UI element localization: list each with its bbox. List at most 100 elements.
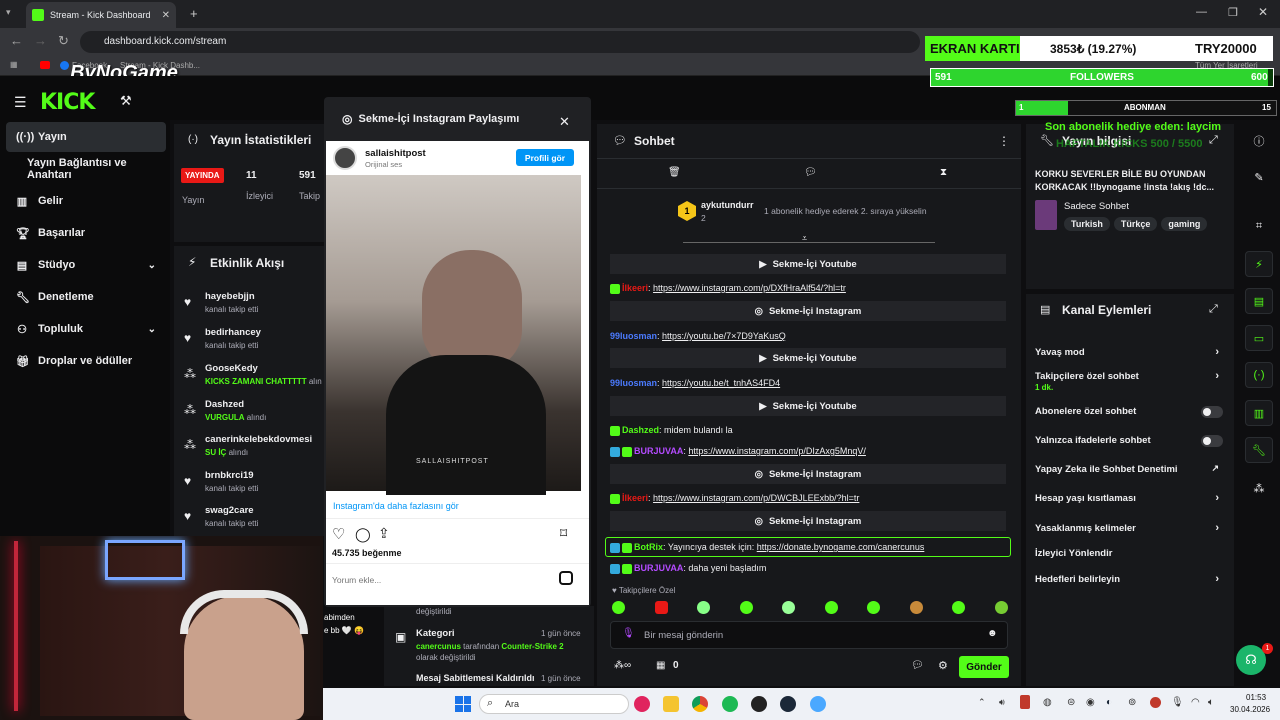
- emoji-icon[interactable]: ☻: [987, 628, 998, 639]
- activity-user[interactable]: Dashzed: [205, 399, 244, 410]
- tag[interactable]: Türkçe: [1113, 217, 1158, 231]
- emote-icon[interactable]: [994, 601, 1008, 614]
- chat-username[interactable]: BURJUVAA: [634, 446, 683, 456]
- emote-icon[interactable]: [697, 601, 711, 614]
- emote-icon[interactable]: [909, 601, 923, 614]
- instagram-user[interactable]: sallaishitpost: [365, 148, 426, 159]
- chat-username[interactable]: Dashzed: [622, 425, 659, 435]
- comment-input[interactable]: Yorum ekle...: [332, 575, 381, 585]
- actions-icon[interactable]: ▥: [1245, 400, 1273, 426]
- tab-close-icon[interactable]: ✕: [162, 10, 170, 21]
- chat-link[interactable]: https://www.instagram.com/p/DWCBJLEExbb/…: [653, 493, 859, 503]
- chat-username[interactable]: BURJUVAA: [634, 563, 683, 573]
- emote-only-toggle[interactable]: [1201, 435, 1223, 447]
- kategori-game[interactable]: Counter-Strike 2: [501, 642, 563, 651]
- mic-icon[interactable]: 🎙︎: [1171, 697, 1184, 708]
- points-icon[interactable]: ⁂: [1245, 475, 1273, 501]
- emote-icon[interactable]: [824, 601, 838, 614]
- share-icon[interactable]: ⇪: [378, 525, 390, 542]
- edit-icon[interactable]: ✎: [1245, 164, 1273, 190]
- tray-app-icon[interactable]: ◉: [1086, 697, 1095, 708]
- maximize-icon[interactable]: ❐: [1228, 6, 1238, 19]
- comment-icon[interactable]: ◯: [355, 526, 371, 543]
- emote-icon[interactable]: [782, 601, 796, 614]
- back-icon[interactable]: ←: [10, 33, 23, 48]
- scan-icon[interactable]: ⌗: [1245, 213, 1273, 239]
- steam-icon[interactable]: [780, 696, 796, 712]
- activity-user[interactable]: bedirhancey: [205, 327, 261, 338]
- activity-user[interactable]: canerinkelebekdovmesi: [205, 434, 312, 445]
- category-name[interactable]: Sadece Sohbet: [1064, 201, 1129, 212]
- tray-app-icon[interactable]: ⊚: [1128, 697, 1136, 708]
- lightning-icon[interactable]: ⚡︎: [1245, 251, 1273, 277]
- sidebar-item-studyo[interactable]: ▤ Stüdyo ⌄: [6, 250, 166, 280]
- chat-username[interactable]: 99luosman: [610, 378, 657, 388]
- send-button[interactable]: Gönder: [959, 656, 1009, 678]
- bookmark-icon[interactable]: ⌑: [560, 525, 567, 542]
- browser-tab[interactable]: Stream - Kick Dashboard ✕: [26, 2, 176, 28]
- hourglass-icon[interactable]: ⧗: [940, 167, 947, 178]
- menu-icon[interactable]: ☰: [14, 94, 27, 111]
- obs-icon[interactable]: [751, 696, 767, 712]
- mic-icon[interactable]: 🎙︎: [622, 628, 635, 639]
- sidebar-item-yayin[interactable]: ((·)) Yayın: [6, 122, 166, 152]
- emote-icon[interactable]: [654, 601, 668, 614]
- speaker-icon[interactable]: 🔈︎: [1208, 697, 1214, 708]
- sidebar-item-denetleme[interactable]: 🔧︎ Denetleme: [6, 282, 166, 312]
- activity-user[interactable]: GooseKedy: [205, 363, 258, 374]
- chat-username[interactable]: 99luosman: [610, 331, 657, 341]
- info-icon[interactable]: ⓘ: [1245, 128, 1273, 154]
- url-input[interactable]: dashboard.kick.com/stream: [80, 31, 920, 53]
- taskbar-search[interactable]: [479, 694, 629, 714]
- collapse-icon[interactable]: ⩡: [802, 233, 807, 244]
- chat-link[interactable]: https://youtu.be/7×7D9YaKusQ: [662, 331, 786, 341]
- spotify-icon[interactable]: [722, 696, 738, 712]
- tray-app-icon[interactable]: [1150, 697, 1161, 708]
- volume-icon[interactable]: 🔊︎: [999, 697, 1005, 708]
- gift-leader-user[interactable]: aykutundurr: [701, 200, 754, 210]
- activity-user[interactable]: hayebebjjn: [205, 291, 255, 302]
- tray-arrow-icon[interactable]: ⌃: [978, 697, 986, 708]
- gear-icon[interactable]: ⚙: [938, 659, 948, 672]
- chat-link[interactable]: https://www.instagram.com/p/DXfHraAlf54/…: [653, 283, 846, 293]
- chat-link[interactable]: https://youtu.be/t_tnhAS4FD4: [662, 378, 780, 388]
- instagram-video[interactable]: SALLAISHITPOST: [326, 175, 581, 495]
- chat-input[interactable]: Bir mesaj gönderin: [644, 630, 723, 641]
- chat-link[interactable]: https://www.instagram.com/p/DIzAxg5MnqV/: [688, 446, 866, 456]
- emote-icon[interactable]: [952, 601, 966, 614]
- media-app-icon[interactable]: [634, 696, 650, 712]
- chat-username[interactable]: İlkeeri: [622, 283, 648, 293]
- chat-link[interactable]: https://donate.bynogame.com/canercunus: [757, 542, 925, 552]
- file-explorer-icon[interactable]: [663, 696, 679, 712]
- tray-app-icon[interactable]: ◍: [1043, 697, 1052, 708]
- instagram-logo-icon[interactable]: [559, 571, 573, 585]
- minimize-icon[interactable]: —: [1196, 6, 1207, 18]
- chat-username[interactable]: BotRix: [634, 542, 663, 552]
- kategori-user[interactable]: canercunus: [416, 642, 461, 651]
- tag[interactable]: Turkish: [1064, 217, 1110, 231]
- action-row-raid[interactable]: İzleyici Yönlendir: [1035, 548, 1225, 559]
- clock-time[interactable]: 01:53: [1246, 693, 1266, 702]
- sidebar-item-droplar[interactable]: 🎁︎ Droplar ve ödüller: [6, 346, 166, 376]
- tray-app-icon[interactable]: [1020, 695, 1030, 709]
- chat-system-message[interactable]: ▶ Sekme-İçi Youtube: [610, 396, 1006, 416]
- new-tab-icon[interactable]: +: [190, 6, 198, 21]
- speech-icon[interactable]: 💬︎: [911, 660, 924, 671]
- chat-username[interactable]: İlkeeri: [622, 493, 648, 503]
- subscribers-only-toggle[interactable]: [1201, 406, 1223, 418]
- chat-system-message[interactable]: ◎ Sekme-İçi Instagram: [610, 511, 1006, 531]
- chat-system-message[interactable]: ▶ Sekme-İçi Youtube: [610, 348, 1006, 368]
- emote-icon[interactable]: [867, 601, 881, 614]
- action-row-goals[interactable]: Hedefleri belirleyin ›: [1035, 573, 1225, 585]
- more-options-icon[interactable]: ⋮: [998, 134, 1010, 148]
- action-row-ai-moderation[interactable]: Yapay Zeka ile Sohbet Denetimi ↗: [1035, 463, 1225, 475]
- category-thumbnail[interactable]: [1035, 200, 1057, 230]
- sidebar-item-gelir[interactable]: ▥ Gelir: [6, 186, 166, 216]
- emote-icon[interactable]: [739, 601, 753, 614]
- trash-icon[interactable]: 🗑︎: [668, 167, 681, 178]
- profile-button[interactable]: Profili gör: [516, 149, 574, 166]
- like-icon[interactable]: ♡: [332, 525, 345, 543]
- action-row-account-age[interactable]: Hesap yaşı kısıtlaması ›: [1035, 492, 1225, 504]
- settings-app-icon[interactable]: [810, 696, 826, 712]
- points-icon[interactable]: ⁂∞: [614, 660, 631, 671]
